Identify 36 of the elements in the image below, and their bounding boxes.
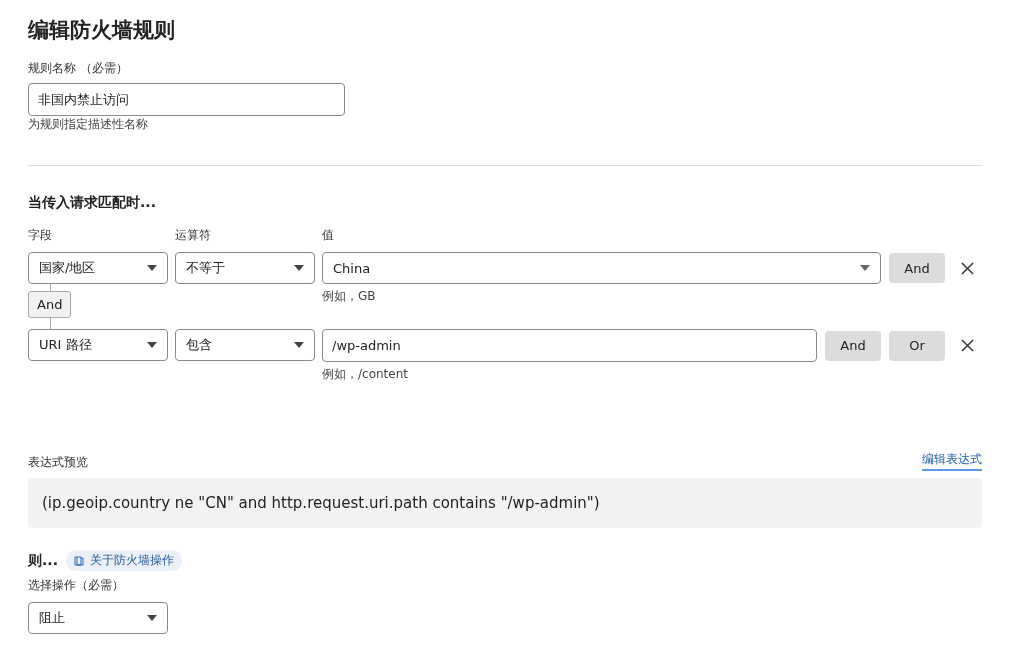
logic-button[interactable]: Or [889, 330, 945, 361]
value-hint: 例如，/content [322, 367, 408, 381]
expression-label: 表达式预览 [28, 454, 88, 471]
book-icon [73, 555, 84, 566]
value-select[interactable]: China [322, 252, 881, 284]
expression-preview: (ip.geoip.country ne "CN" and http.request.uri.path contains "/wp-admin") [28, 478, 982, 528]
operator-select[interactable]: 不等于 [175, 252, 315, 284]
caret-icon [147, 615, 157, 621]
connector-badge: And [28, 291, 72, 318]
rule-name-input[interactable]: 非国内禁止访问 [28, 83, 345, 116]
section-heading: 则... [28, 551, 58, 570]
field-label: 规则名称 （必需） [28, 60, 129, 77]
section-heading: 当传入请求匹配时... [28, 194, 157, 212]
logic-button[interactable]: And [825, 330, 881, 361]
help-link[interactable]: 关于防火墙操作 [65, 550, 182, 571]
logic-button[interactable]: And [889, 253, 945, 283]
value-input[interactable]: /wp-admin [322, 329, 817, 362]
field-select[interactable]: 国家/地区 [28, 252, 168, 284]
column-label: 值 [322, 227, 335, 244]
close-icon[interactable] [961, 261, 974, 275]
field-select[interactable]: URI 路径 [28, 329, 168, 361]
caret-icon [860, 265, 870, 271]
caret-icon [294, 342, 304, 348]
column-label: 运算符 [175, 227, 212, 244]
caret-icon [147, 342, 157, 348]
value-hint: 例如，GB [322, 289, 376, 303]
operator-select[interactable]: 包含 [175, 329, 315, 361]
caret-icon [294, 265, 304, 271]
page-title: 编辑防火墙规则 [28, 17, 176, 44]
edit-expression-link[interactable]: 编辑表达式 [922, 451, 982, 471]
caret-icon [147, 265, 157, 271]
field-hint: 为规则指定描述性名称 [28, 116, 149, 133]
column-label: 字段 [28, 227, 53, 244]
action-select[interactable]: 阻止 [28, 602, 168, 634]
close-icon[interactable] [961, 339, 974, 352]
field-label: 选择操作（必需） [28, 577, 125, 594]
